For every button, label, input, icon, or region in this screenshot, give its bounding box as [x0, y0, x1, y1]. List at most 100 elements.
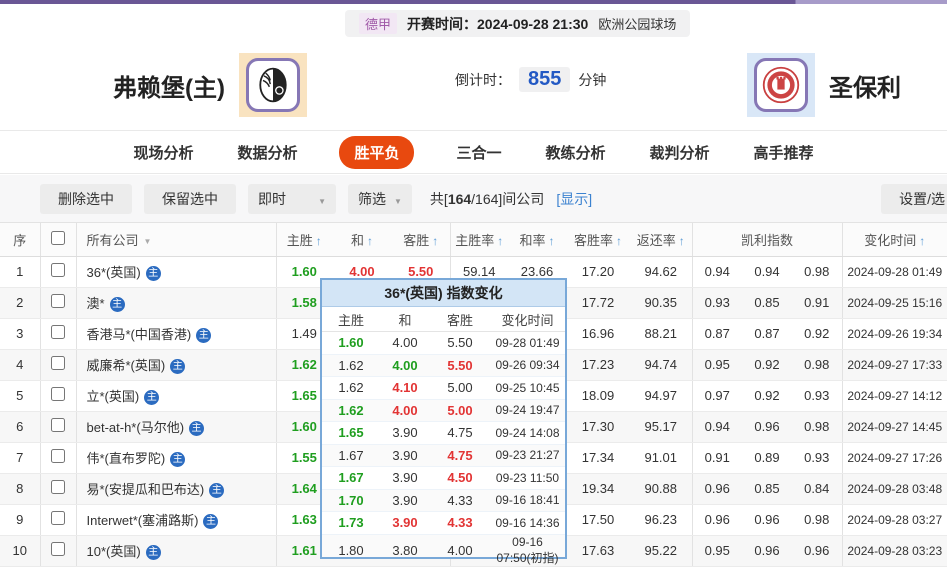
col-header-draw-rate[interactable]: 和率 [508, 223, 566, 257]
sort-up-icon [313, 233, 322, 248]
tab-data[interactable]: 数据分析 [235, 136, 299, 169]
show-link[interactable]: [显示] [556, 189, 592, 209]
popup-away-odds: 4.33 [447, 492, 473, 508]
away-team-name: 圣保利 [829, 74, 901, 102]
sort-up-icon [364, 233, 373, 248]
tab-wdl[interactable]: 胜平负 [339, 135, 415, 169]
tab-expert[interactable]: 高手推荐 [752, 136, 816, 169]
filter-dropdown[interactable]: 筛选 [348, 183, 412, 214]
row-checkbox[interactable] [51, 294, 65, 308]
popup-draw-odds: 3.90 [392, 447, 418, 463]
popup-history-row: 1.80 3.80 4.00 09-16 07:50(初指) [322, 534, 565, 565]
col-header-home-rate[interactable]: 主胜率 [449, 223, 508, 257]
company-name[interactable]: Interwet*(塞浦路斯) [87, 513, 199, 528]
popup-change-time: 09-24 14:08 [495, 425, 560, 440]
row-checkbox[interactable] [51, 449, 65, 463]
keep-selected-button[interactable]: 保留选中 [144, 183, 236, 214]
row-select-cell[interactable] [39, 411, 76, 443]
company-name[interactable]: 香港马*(中国香港) [87, 327, 192, 342]
row-select-cell[interactable] [39, 380, 76, 412]
row-checkbox[interactable] [51, 387, 65, 401]
company-name[interactable]: 威廉希*(英国) [87, 358, 166, 373]
company-cell[interactable]: 易*(安提瓜和巴布达) 主 [75, 473, 276, 505]
popup-away-odds: 4.50 [447, 470, 473, 486]
company-name[interactable]: 易*(安提瓜和巴布达) [87, 482, 205, 497]
company-cell[interactable]: 10*(英国) 主 [75, 535, 276, 567]
row-select-cell[interactable] [39, 504, 76, 536]
company-cell[interactable]: 澳* 主 [75, 287, 276, 319]
row-select-cell[interactable] [39, 349, 76, 381]
company-cell[interactable]: bet-at-h*(马尔他) 主 [75, 411, 276, 443]
row-select-cell[interactable] [39, 256, 76, 288]
company-cell[interactable]: 立*(英国) 主 [75, 380, 276, 412]
row-select-cell[interactable] [39, 287, 76, 319]
company-name[interactable]: 立*(英国) [87, 389, 140, 404]
popup-home-odds: 1.80 [338, 542, 364, 558]
return-rate-cell: 94.97 [630, 380, 692, 412]
row-checkbox[interactable] [51, 356, 65, 370]
return-rate-cell: 88.21 [630, 318, 692, 350]
col-header-select-all[interactable] [39, 223, 76, 257]
row-checkbox[interactable] [51, 263, 65, 277]
away-rate-cell: 17.30 [566, 411, 630, 443]
kelly-away-cell: 0.98 [792, 349, 842, 381]
home-team-logo [238, 53, 307, 117]
instant-dropdown[interactable]: 即时 [248, 183, 336, 214]
row-checkbox[interactable] [51, 418, 65, 432]
row-select-cell[interactable] [39, 442, 76, 474]
tab-coach[interactable]: 教练分析 [544, 136, 608, 169]
company-name[interactable]: 澳* [87, 296, 105, 311]
delete-selected-button[interactable]: 删除选中 [40, 183, 132, 214]
odds-history-popup: 36*(英国) 指数变化 主胜 和 客胜 变化时间 1.60 4.00 5.50… [320, 278, 567, 565]
col-header-home-odds[interactable]: 主胜 [275, 223, 332, 257]
company-cell[interactable]: 香港马*(中国香港) 主 [75, 318, 276, 350]
change-time-cell: 2024-09-28 03:27 [841, 504, 947, 536]
company-count: 共[164/164]间公司 [429, 190, 545, 207]
company-name[interactable]: 36*(英国) [87, 265, 141, 280]
popup-away-odds: 4.75 [447, 447, 473, 463]
league-badge[interactable]: 德甲 [359, 13, 398, 34]
popup-away-odds: 5.00 [447, 380, 473, 396]
company-cell[interactable]: 伟*(直布罗陀) 主 [75, 442, 276, 474]
home-badge-icon: 主 [170, 359, 186, 374]
row-seq: 1 [0, 256, 40, 288]
col-header-company[interactable]: 所有公司 [75, 223, 276, 257]
col-header-return-rate[interactable]: 返还率 [630, 223, 692, 257]
tab-live[interactable]: 现场分析 [131, 136, 195, 169]
popup-home-odds: 1.67 [338, 447, 364, 463]
tab-referee[interactable]: 裁判分析 [648, 136, 712, 169]
popup-history-row: 1.62 4.10 5.00 09-25 10:45 [322, 377, 565, 400]
countdown-value: 855 [519, 67, 571, 92]
popup-history-row: 1.62 4.00 5.00 09-24 19:47 [322, 399, 565, 422]
company-name[interactable]: bet-at-h*(马尔他) [87, 420, 185, 435]
row-checkbox[interactable] [51, 480, 65, 494]
row-select-cell[interactable] [39, 318, 76, 350]
company-cell[interactable]: 威廉希*(英国) 主 [75, 349, 276, 381]
row-checkbox[interactable] [51, 511, 65, 525]
row-checkbox[interactable] [51, 325, 65, 339]
col-header-away-odds[interactable]: 客胜 [392, 223, 450, 257]
row-select-cell[interactable] [39, 535, 76, 567]
company-name[interactable]: 伟*(直布罗陀) [87, 451, 166, 466]
settings-button[interactable]: 设置/选 [881, 183, 947, 214]
kelly-home-cell: 0.94 [691, 411, 742, 443]
row-checkbox[interactable] [51, 542, 65, 556]
popup-draw-odds: 3.90 [392, 470, 418, 486]
company-name[interactable]: 10*(英国) [87, 544, 141, 559]
popup-header-time: 变化时间 [501, 312, 554, 328]
home-badge-icon: 主 [145, 266, 161, 281]
home-badge-icon: 主 [145, 545, 161, 560]
col-header-away-rate[interactable]: 客胜率 [566, 223, 630, 257]
select-all-checkbox[interactable] [51, 230, 65, 245]
tab-three-in-one[interactable]: 三合一 [454, 136, 503, 169]
col-header-change-time[interactable]: 变化时间 [841, 223, 947, 257]
popup-history-row: 1.67 3.90 4.50 09-23 11:50 [322, 467, 565, 490]
row-seq: 8 [0, 473, 40, 505]
company-cell[interactable]: 36*(英国) 主 [75, 256, 276, 288]
kelly-draw-cell: 0.96 [742, 535, 792, 567]
row-select-cell[interactable] [39, 473, 76, 505]
away-rate-cell: 18.09 [566, 380, 630, 412]
col-header-draw-odds[interactable]: 和 [332, 223, 392, 257]
return-rate-cell: 91.01 [630, 442, 692, 474]
company-cell[interactable]: Interwet*(塞浦路斯) 主 [75, 504, 276, 536]
